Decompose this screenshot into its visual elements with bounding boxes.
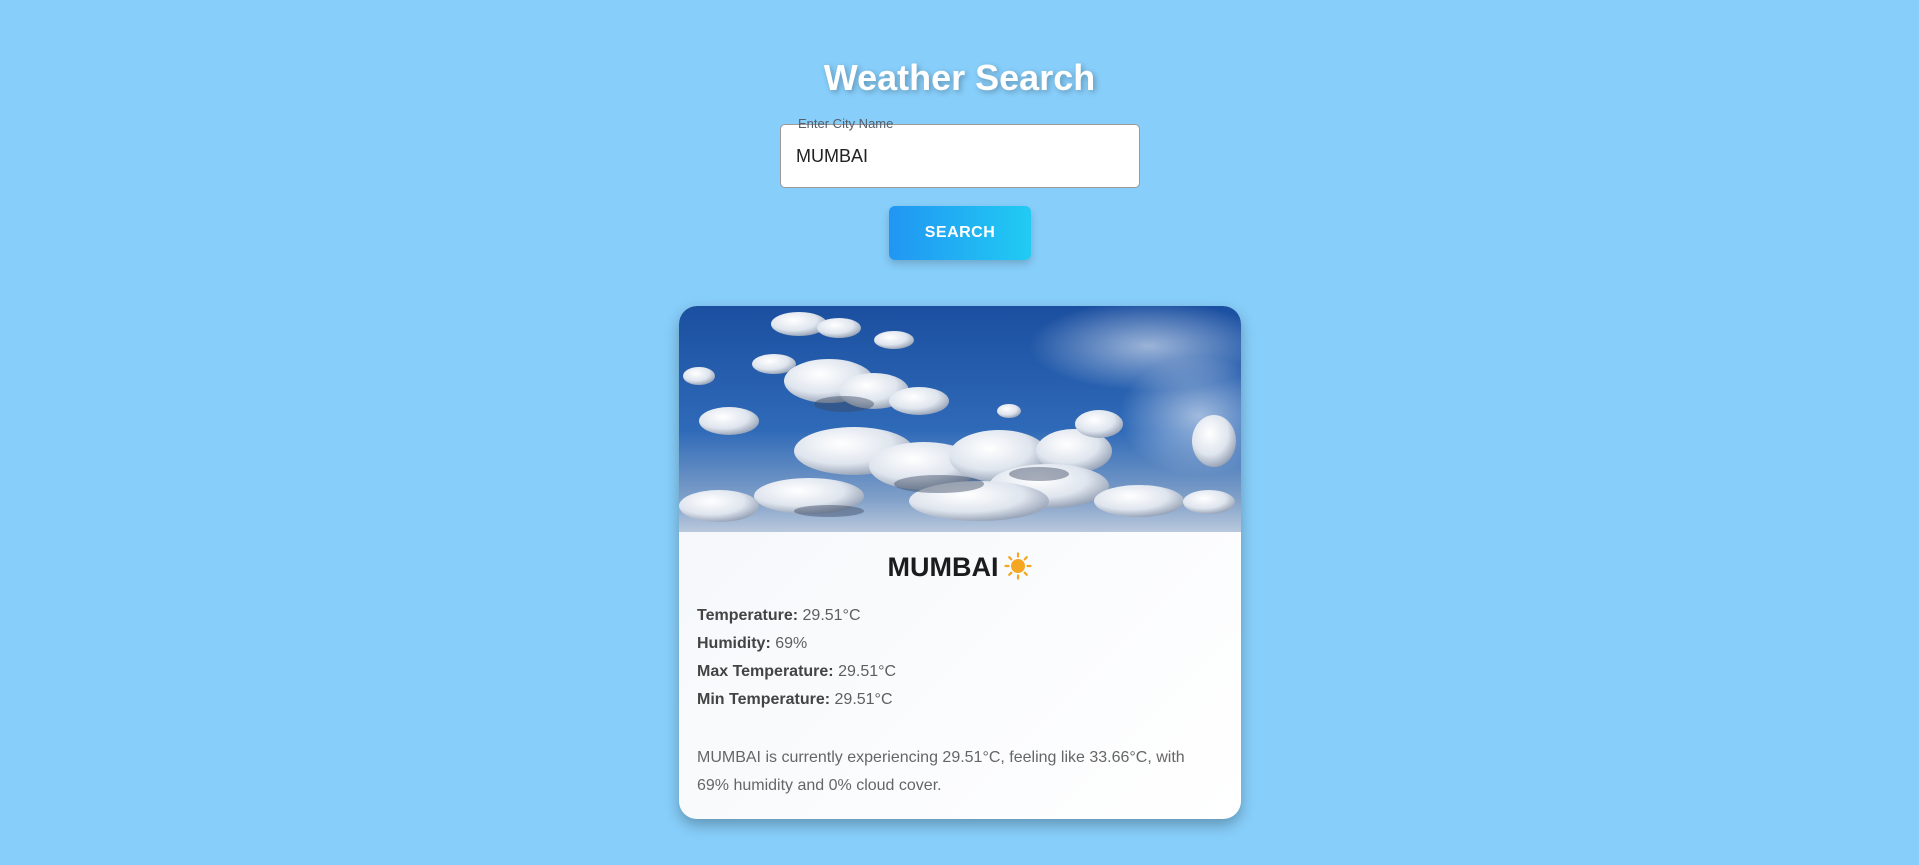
humidity-row: Humidity: 69%	[697, 634, 1217, 662]
page-title: Weather Search	[823, 57, 1096, 98]
temperature-row: Temperature: 29.51°C	[697, 606, 1217, 634]
min-temperature-row: Min Temperature: 29.51°C	[697, 690, 1217, 718]
sun-icon	[1004, 552, 1033, 580]
min-temperature-value: 29.51°C	[834, 691, 893, 708]
weather-card: MUMBAI Temperature: 29.51°C Humidity: 69…	[679, 306, 1241, 819]
max-temperature-label: Max Temperature:	[697, 663, 834, 680]
city-name-heading: MUMBAI	[679, 552, 1241, 583]
humidity-label: Humidity:	[697, 635, 771, 652]
weather-summary: MUMBAI is currently experiencing 29.51°C…	[697, 749, 1185, 794]
humidity-value: 69%	[775, 635, 808, 652]
max-temperature-row: Max Temperature: 29.51°C	[697, 662, 1217, 690]
city-search-field[interactable]: Enter City Name	[780, 116, 1140, 188]
city-search-input[interactable]	[796, 141, 1116, 171]
search-button[interactable]: SEARCH	[889, 206, 1031, 260]
temperature-label: Temperature:	[697, 607, 799, 624]
max-temperature-value: 29.51°C	[838, 663, 897, 680]
city-field-label: Enter City Name	[798, 116, 894, 131]
temperature-value: 29.51°C	[802, 607, 861, 624]
city-name: MUMBAI	[887, 552, 999, 582]
min-temperature-label: Min Temperature:	[697, 691, 831, 708]
clouds-sky-image	[679, 306, 1241, 532]
weather-search-page: Weather Search Enter City Name SEARCH	[0, 0, 1919, 865]
weather-details: Temperature: 29.51°C Humidity: 69% Max T…	[697, 606, 1217, 718]
